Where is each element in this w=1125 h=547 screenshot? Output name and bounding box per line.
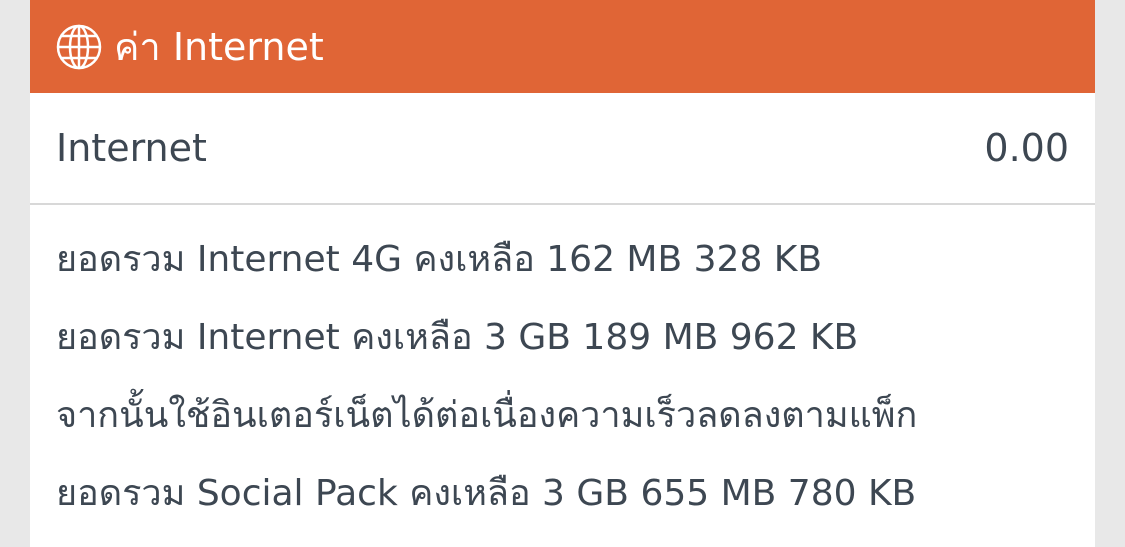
internet-usage-row: Internet 0.00 — [30, 93, 1095, 205]
usage-value: 0.00 — [984, 126, 1069, 170]
internet-usage-card: ค่า Internet Internet 0.00 ยอดรวม Intern… — [30, 0, 1095, 547]
balance-details: ยอดรวม Internet 4G คงเหลือ 162 MB 328 KB… — [30, 219, 1095, 531]
detail-line: จากนั้นใช้อินเตอร์เน็ตได้ต่อเนื่องความเร… — [56, 394, 918, 436]
globe-icon — [54, 22, 104, 72]
detail-line: ยอดรวม Social Pack คงเหลือ 3 GB 655 MB 7… — [56, 472, 917, 514]
card-title: ค่า Internet — [114, 24, 324, 69]
detail-line: ยอดรวม Internet 4G คงเหลือ 162 MB 328 KB — [56, 238, 823, 280]
card-header: ค่า Internet — [30, 0, 1095, 93]
usage-label: Internet — [56, 126, 207, 170]
detail-line: ยอดรวม Internet คงเหลือ 3 GB 189 MB 962 … — [56, 316, 859, 358]
